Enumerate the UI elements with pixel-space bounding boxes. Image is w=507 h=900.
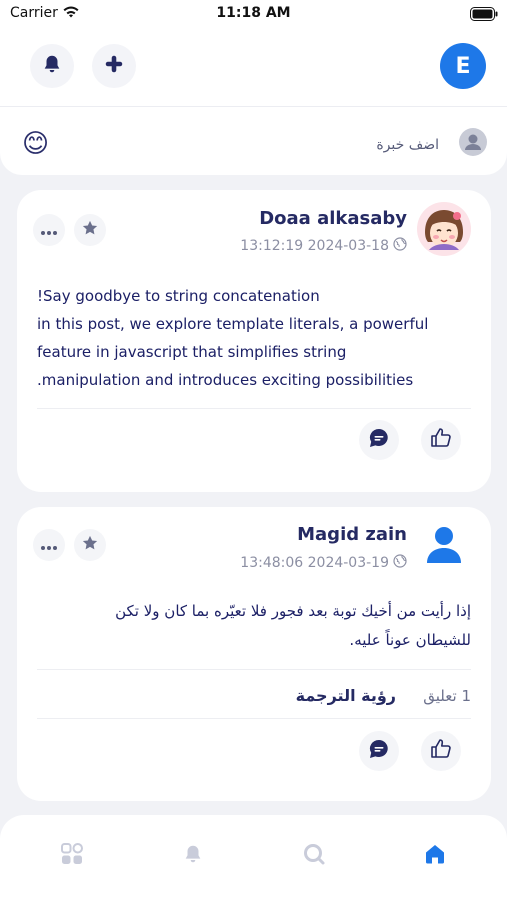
- thumbs-up-icon: [429, 426, 453, 454]
- status-bar: Carrier 11:18 AM: [0, 0, 507, 28]
- divider: [37, 718, 471, 719]
- author-avatar[interactable]: [417, 202, 471, 256]
- author-name[interactable]: Magid zain: [297, 524, 407, 545]
- post-line: إذا رأيت من أخيك توبة بعد فجور فلا تعيّر…: [115, 602, 471, 620]
- home-icon: [423, 842, 447, 870]
- star-icon: [81, 219, 99, 241]
- more-dots-icon: [40, 536, 58, 555]
- thumbs-up-icon: [429, 737, 453, 765]
- bell-icon: [182, 843, 204, 869]
- globe-icon: [393, 554, 407, 572]
- favorite-button[interactable]: [74, 529, 106, 561]
- post-card: Doaa alkasaby 13:12:19 2024-03-18 !Say g…: [17, 190, 491, 492]
- more-dots-icon: [40, 221, 58, 240]
- divider: [37, 669, 471, 670]
- plus-icon: [103, 53, 125, 79]
- star-icon: [81, 534, 99, 556]
- battery-icon: [470, 6, 498, 25]
- divider: [37, 408, 471, 409]
- like-button[interactable]: [421, 420, 461, 460]
- nav-apps[interactable]: [59, 843, 85, 869]
- search-icon: [302, 842, 326, 870]
- bottom-nav: [0, 815, 507, 900]
- comment-button[interactable]: [359, 731, 399, 771]
- top-bar: E: [0, 28, 507, 107]
- user-icon: [459, 128, 487, 160]
- post-line: !Say goodbye to string concatenation: [37, 287, 320, 305]
- post-line: .manipulation and introduces exciting po…: [37, 371, 414, 389]
- clock: 11:18 AM: [216, 5, 291, 21]
- post-body: إذا رأيت من أخيك توبة بعد فجور فلا تعيّر…: [37, 597, 471, 655]
- comments-count[interactable]: 1 تعليق: [423, 687, 471, 705]
- globe-icon: [393, 237, 407, 255]
- composer-prompt[interactable]: اضف خبرة: [376, 137, 439, 153]
- apps-icon: [60, 842, 84, 870]
- post-line: للشيطان عوناً عليه.: [349, 631, 471, 649]
- post-body: !Say goodbye to string concatenation in …: [37, 282, 471, 394]
- date-text: 13:48:06 2024-03-19: [240, 555, 389, 571]
- post-card: Magid zain 13:48:06 2024-03-19 إذا رأيت …: [17, 507, 491, 801]
- comment-button[interactable]: [359, 420, 399, 460]
- post-line: in this post, we explore template litera…: [37, 315, 429, 333]
- add-post-button[interactable]: [92, 44, 136, 88]
- more-options-button[interactable]: [33, 214, 65, 246]
- notifications-button[interactable]: [30, 44, 74, 88]
- post-line: feature in javascript that simplifies st…: [37, 343, 347, 361]
- more-options-button[interactable]: [33, 529, 65, 561]
- avatar-initial: E: [455, 53, 471, 79]
- nav-notifications[interactable]: [180, 843, 206, 869]
- nav-home[interactable]: [422, 843, 448, 869]
- post-date: 13:48:06 2024-03-19: [240, 554, 407, 572]
- see-translation-link[interactable]: رؤية الترجمة: [296, 686, 396, 705]
- composer[interactable]: 😊 اضف خبرة: [0, 107, 507, 175]
- author-name[interactable]: Doaa alkasaby: [259, 208, 407, 229]
- like-button[interactable]: [421, 731, 461, 771]
- comment-icon: [367, 737, 391, 765]
- date-text: 13:12:19 2024-03-18: [240, 238, 389, 254]
- post-date: 13:12:19 2024-03-18: [240, 237, 407, 255]
- comment-icon: [367, 426, 391, 454]
- favorite-button[interactable]: [74, 214, 106, 246]
- profile-avatar[interactable]: E: [440, 43, 486, 89]
- emoji-button[interactable]: 😊: [22, 131, 49, 157]
- bell-icon: [41, 53, 63, 79]
- nav-search[interactable]: [301, 843, 327, 869]
- author-avatar[interactable]: [417, 519, 471, 573]
